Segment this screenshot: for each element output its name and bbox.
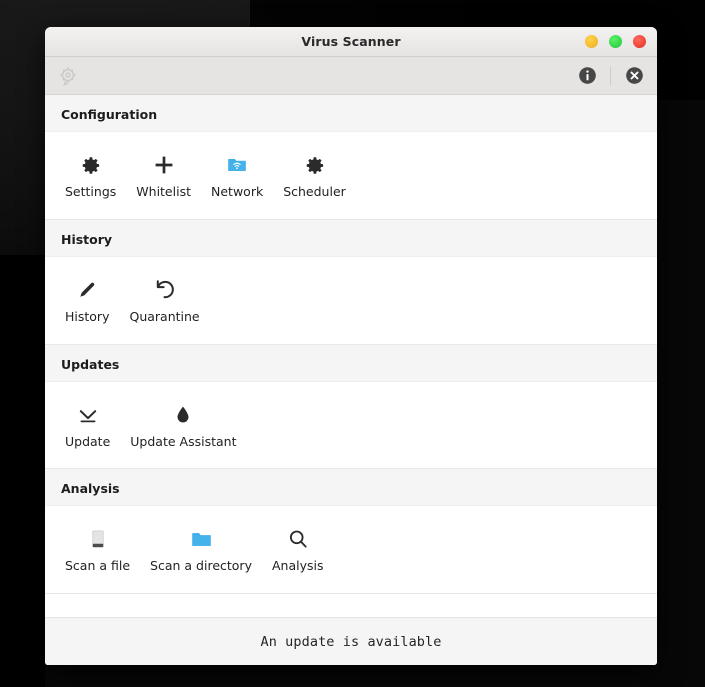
tile-history[interactable]: History [55, 271, 119, 326]
tile-scan-a-file[interactable]: Scan a file [55, 520, 140, 575]
tile-quarantine[interactable]: Quarantine [119, 271, 209, 326]
plus-icon [152, 150, 176, 180]
section-header-history: History [45, 219, 657, 257]
info-icon[interactable] [575, 64, 599, 88]
section-body-configuration: Settings Whitelist Network Scheduler [45, 132, 657, 220]
tile-label: Settings [65, 184, 117, 199]
download-icon [76, 400, 100, 430]
gear-icon [79, 150, 102, 180]
tile-label: Network [211, 184, 264, 199]
content-area: Configuration Settings Whitelist Network… [45, 95, 657, 617]
tile-update[interactable]: Update [55, 396, 120, 451]
maximize-button[interactable] [609, 35, 622, 48]
minimize-button[interactable] [585, 35, 598, 48]
toolbar-left-group [56, 64, 80, 88]
tile-label: Quarantine [129, 308, 200, 324]
undo-arrow-icon [153, 275, 176, 305]
section-title: History [61, 231, 113, 247]
window-titlebar: Virus Scanner [45, 27, 657, 57]
section-body-history: History Quarantine [45, 256, 657, 345]
window-controls [585, 27, 646, 56]
section-title: Configuration [61, 107, 158, 122]
toolbar-separator [610, 66, 611, 85]
status-bar: An update is available [45, 617, 657, 665]
tile-label: Update Assistant [130, 433, 237, 449]
toolbar [45, 57, 657, 95]
section-header-updates: Updates [45, 344, 657, 382]
tile-whitelist[interactable]: Whitelist [126, 146, 201, 201]
droplet-icon [172, 400, 194, 430]
window-title: Virus Scanner [301, 34, 401, 49]
section-body-updates: Update Update Assistant [45, 381, 657, 470]
tile-label: Analysis [271, 558, 324, 574]
section-title: Updates [61, 356, 120, 372]
tile-label: Scheduler [283, 184, 346, 199]
tile-label: Whitelist [136, 184, 191, 199]
gear-icon [303, 150, 326, 180]
tile-label: Update [65, 433, 111, 449]
section-header-configuration: Configuration [45, 95, 657, 132]
tile-analysis[interactable]: Analysis [262, 520, 334, 575]
tile-label: History [65, 308, 110, 324]
close-circle-icon[interactable] [622, 64, 646, 88]
scan-target-icon [56, 64, 80, 88]
section-title: Analysis [61, 481, 120, 497]
section-body-analysis: Scan a file Scan a directory Analysis [45, 506, 657, 594]
toolbar-right-group [575, 64, 646, 88]
virus-scanner-window: Virus Scanner Configuration Settings Whi… [45, 27, 657, 665]
network-folder-icon [226, 150, 248, 180]
desktop-shade [0, 255, 45, 687]
status-message: An update is available [260, 633, 442, 650]
folder-icon [190, 524, 213, 554]
magnifier-icon [287, 524, 309, 554]
tile-network[interactable]: Network [201, 146, 273, 201]
close-button[interactable] [633, 35, 646, 48]
tile-label: Scan a file [65, 558, 131, 574]
tile-update-assistant[interactable]: Update Assistant [120, 396, 246, 451]
tile-settings[interactable]: Settings [55, 146, 126, 201]
tile-label: Scan a directory [150, 558, 252, 574]
tile-scan-a-directory[interactable]: Scan a directory [140, 520, 262, 575]
tile-scheduler[interactable]: Scheduler [273, 146, 356, 201]
section-header-analysis: Analysis [45, 469, 657, 507]
pencil-icon [76, 275, 98, 305]
file-icon [87, 524, 109, 554]
